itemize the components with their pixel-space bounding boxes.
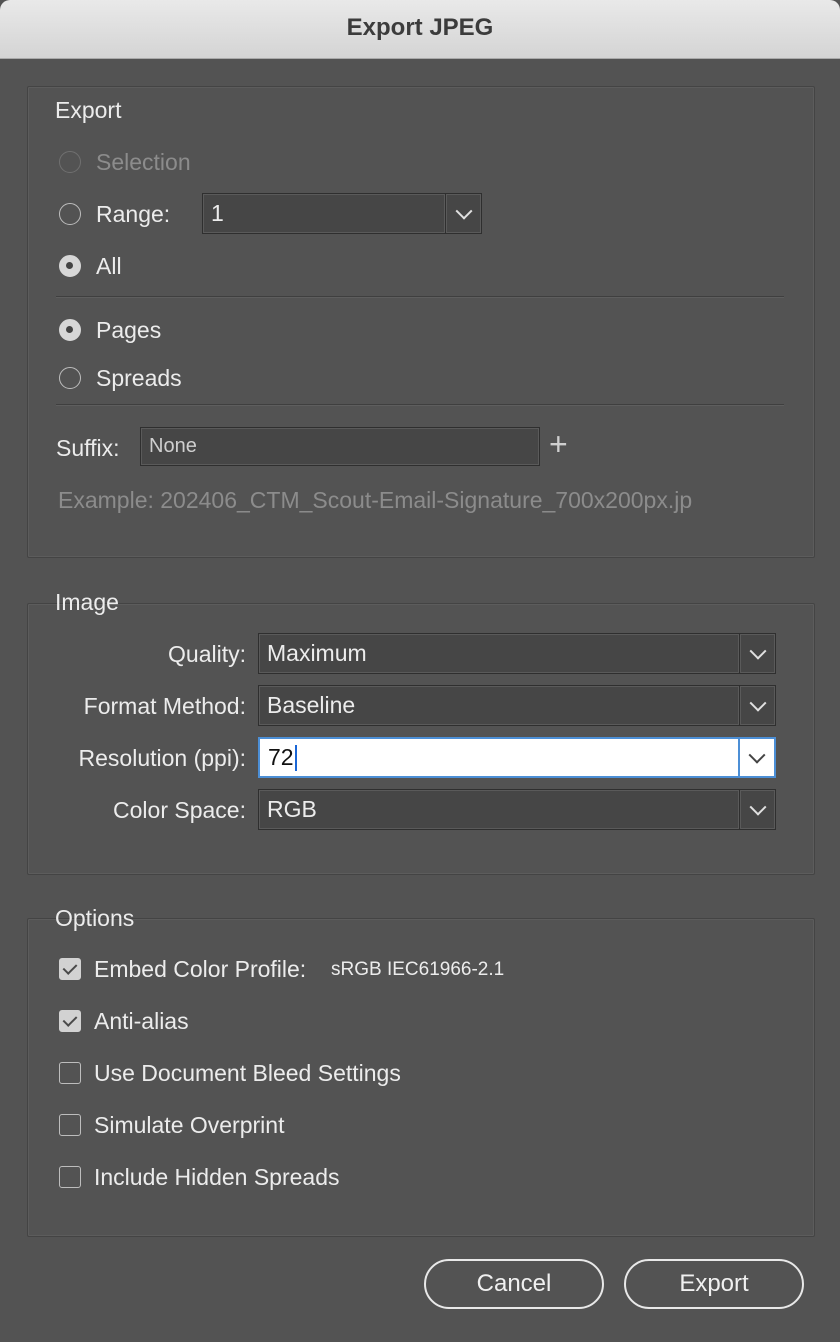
colorspace-label: Color Space: — [113, 797, 246, 823]
range-label: Range: — [96, 201, 171, 227]
example-filename: Example: 202406_CTM_Scout-Email-Signatur… — [58, 487, 693, 513]
chevron-down-icon — [748, 746, 766, 764]
spreads-label: Spreads — [96, 365, 182, 391]
options-section-title: Options — [55, 905, 135, 931]
format-value: Baseline — [267, 692, 356, 718]
hidden-spreads-checkbox[interactable] — [59, 1166, 81, 1188]
resolution-label: Resolution (ppi): — [78, 745, 246, 771]
bleed-settings-label: Use Document Bleed Settings — [94, 1060, 401, 1086]
chevron-down-icon — [455, 202, 472, 220]
pages-radio[interactable] — [59, 319, 81, 341]
export-divider-2 — [56, 404, 784, 405]
export-button[interactable]: Export — [624, 1259, 804, 1309]
image-section-title: Image — [55, 589, 119, 615]
range-dropdown-button[interactable] — [445, 193, 482, 234]
chevron-down-icon — [749, 694, 766, 712]
simulate-overprint-checkbox[interactable] — [59, 1114, 81, 1136]
embed-profile-label: Embed Color Profile: — [94, 956, 307, 982]
anti-alias-checkbox[interactable] — [59, 1010, 81, 1032]
bleed-settings-checkbox[interactable] — [59, 1062, 81, 1084]
embed-profile-checkbox[interactable] — [59, 958, 81, 980]
quality-label: Quality: — [168, 641, 246, 667]
range-value: 1 — [211, 200, 224, 226]
format-dropdown-button[interactable] — [739, 685, 776, 726]
export-divider-1 — [56, 296, 784, 297]
resolution-value: 72 — [268, 744, 294, 770]
chevron-down-icon — [749, 642, 766, 660]
all-radio[interactable] — [59, 255, 81, 277]
title-bar: Export JPEG — [0, 0, 840, 59]
pages-label: Pages — [96, 317, 162, 343]
selection-label: Selection — [96, 149, 191, 175]
resolution-dropdown-button[interactable] — [738, 737, 776, 778]
range-input[interactable]: 1 — [202, 193, 446, 234]
suffix-label: Suffix: — [56, 435, 120, 461]
hidden-spreads-label: Include Hidden Spreads — [94, 1164, 340, 1190]
anti-alias-label: Anti-alias — [94, 1008, 189, 1034]
colorspace-select[interactable]: RGB — [258, 789, 740, 830]
quality-value: Maximum — [267, 640, 367, 666]
export-section-title: Export — [55, 97, 122, 123]
text-cursor — [294, 744, 297, 771]
spreads-radio[interactable] — [59, 367, 81, 389]
all-label: All — [96, 253, 122, 279]
resolution-input[interactable]: 72 — [258, 737, 740, 778]
quality-select[interactable]: Maximum — [258, 633, 740, 674]
format-select[interactable]: Baseline — [258, 685, 740, 726]
suffix-value: None — [149, 435, 197, 457]
simulate-overprint-label: Simulate Overprint — [94, 1112, 285, 1138]
quality-dropdown-button[interactable] — [739, 633, 776, 674]
suffix-input[interactable]: None — [140, 427, 540, 466]
plus-icon[interactable]: + — [549, 428, 568, 460]
chevron-down-icon — [749, 798, 766, 816]
dialog-title: Export JPEG — [346, 14, 494, 41]
colorspace-value: RGB — [267, 796, 317, 822]
range-radio[interactable] — [59, 203, 81, 225]
embed-profile-name: sRGB IEC61966-2.1 — [331, 959, 505, 980]
format-label: Format Method: — [83, 693, 246, 719]
selection-radio[interactable] — [59, 151, 81, 173]
colorspace-dropdown-button[interactable] — [739, 789, 776, 830]
cancel-button[interactable]: Cancel — [424, 1259, 604, 1309]
